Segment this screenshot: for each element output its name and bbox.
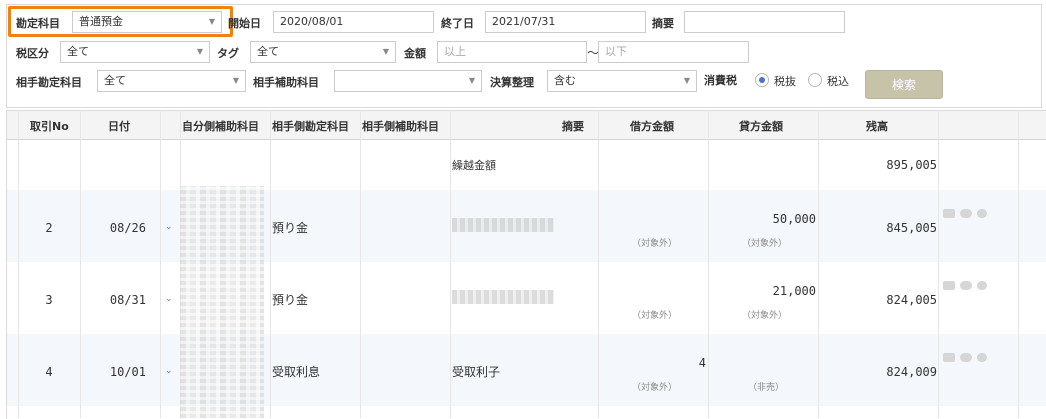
start-date-label: 開始日 bbox=[228, 17, 261, 30]
amount-max-input[interactable]: 以下 bbox=[598, 41, 749, 63]
tag-icon[interactable] bbox=[960, 281, 972, 290]
tag-select[interactable]: 全て bbox=[250, 41, 396, 63]
chevron-down-icon[interactable]: ⌄ bbox=[165, 366, 173, 376]
tax-included-label: 税込 bbox=[827, 75, 849, 88]
amount-label: 金額 bbox=[404, 47, 426, 60]
header-own-sub: 自分側補助科目 bbox=[182, 120, 259, 133]
row-debit-note: （対象外） bbox=[632, 383, 678, 393]
row-memo: 受取利子 bbox=[452, 365, 501, 379]
tax-included-radio[interactable] bbox=[808, 73, 822, 87]
counter-sub-label: 相手補助科目 bbox=[253, 76, 319, 89]
tag-label: タグ bbox=[217, 47, 239, 60]
counter-sub-select[interactable] bbox=[334, 70, 482, 92]
header-memo: 摘要 bbox=[562, 120, 584, 133]
row-debit-note: （対象外） bbox=[632, 311, 678, 321]
row-balance: 824,005 bbox=[886, 293, 937, 307]
row-date: 10/01 bbox=[109, 365, 146, 379]
search-button[interactable]: 検索 bbox=[865, 70, 943, 99]
row-no: 2 bbox=[45, 221, 53, 235]
row-counter-account: 受取利息 bbox=[272, 365, 321, 379]
attachment-icon[interactable] bbox=[977, 353, 987, 362]
header-txn-no: 取引No bbox=[30, 120, 69, 133]
row-debit: 4 bbox=[698, 356, 706, 370]
row-balance: 845,005 bbox=[886, 221, 937, 235]
header-counter-sub: 相手側補助科目 bbox=[362, 120, 439, 133]
tax-excluded-radio[interactable] bbox=[755, 73, 769, 87]
row-credit: 21,000 bbox=[772, 284, 816, 298]
header-debit: 借方金額 bbox=[630, 120, 674, 133]
memo-label: 摘要 bbox=[652, 17, 674, 30]
redacted-memo bbox=[452, 218, 554, 232]
closing-label: 決算整理 bbox=[490, 76, 534, 89]
copy-icon[interactable] bbox=[943, 209, 955, 218]
tax-label: 消費税 bbox=[704, 74, 737, 87]
row-no: 3 bbox=[45, 293, 53, 307]
row-credit-note: （対象外） bbox=[742, 311, 788, 321]
row-credit-note: （非売） bbox=[748, 383, 785, 393]
header-credit: 貸方金額 bbox=[739, 120, 783, 133]
counter-account-select[interactable]: 全て bbox=[97, 70, 246, 92]
copy-icon[interactable] bbox=[943, 281, 955, 290]
redacted-sub-accounts bbox=[180, 186, 264, 418]
closing-select[interactable]: 含む bbox=[547, 70, 697, 92]
row-date: 08/31 bbox=[109, 293, 146, 307]
counter-account-label: 相手勘定科目 bbox=[16, 76, 82, 89]
chevron-down-icon[interactable]: ⌄ bbox=[165, 294, 173, 304]
tax-excluded-label: 税抜 bbox=[774, 75, 796, 88]
chevron-down-icon[interactable]: ⌄ bbox=[165, 222, 173, 232]
row-debit-note: （対象外） bbox=[632, 239, 678, 249]
row-balance: 824,009 bbox=[886, 365, 937, 379]
header-counter-account: 相手側勘定科目 bbox=[272, 120, 349, 133]
table-row bbox=[7, 406, 1046, 418]
tax-class-select[interactable]: 全て bbox=[60, 41, 210, 63]
amount-min-input[interactable]: 以上 bbox=[437, 41, 587, 63]
table-header bbox=[7, 111, 1046, 140]
tag-icon[interactable] bbox=[960, 353, 972, 362]
row-credit: 50,000 bbox=[772, 212, 816, 226]
carry-memo: 繰越金額 bbox=[452, 159, 496, 172]
end-date-label: 終了日 bbox=[441, 17, 474, 30]
redacted-memo bbox=[452, 290, 554, 304]
attachment-icon[interactable] bbox=[977, 209, 987, 218]
carry-balance: 895,005 bbox=[886, 158, 937, 172]
row-counter-account: 預り金 bbox=[272, 293, 309, 307]
account-highlight bbox=[8, 6, 233, 37]
header-date: 日付 bbox=[108, 120, 130, 133]
start-date-input[interactable]: 2020/08/01 bbox=[273, 11, 434, 33]
attachment-icon[interactable] bbox=[977, 281, 987, 290]
row-credit-note: （対象外） bbox=[742, 239, 788, 249]
tag-icon[interactable] bbox=[960, 209, 972, 218]
tax-class-label: 税区分 bbox=[16, 47, 49, 60]
copy-icon[interactable] bbox=[943, 353, 955, 362]
row-no: 4 bbox=[45, 365, 53, 379]
row-date: 08/26 bbox=[109, 221, 146, 235]
memo-input[interactable] bbox=[684, 11, 845, 33]
header-balance: 残高 bbox=[866, 120, 888, 133]
end-date-input[interactable]: 2021/07/31 bbox=[485, 11, 646, 33]
row-counter-account: 預り金 bbox=[272, 221, 309, 235]
